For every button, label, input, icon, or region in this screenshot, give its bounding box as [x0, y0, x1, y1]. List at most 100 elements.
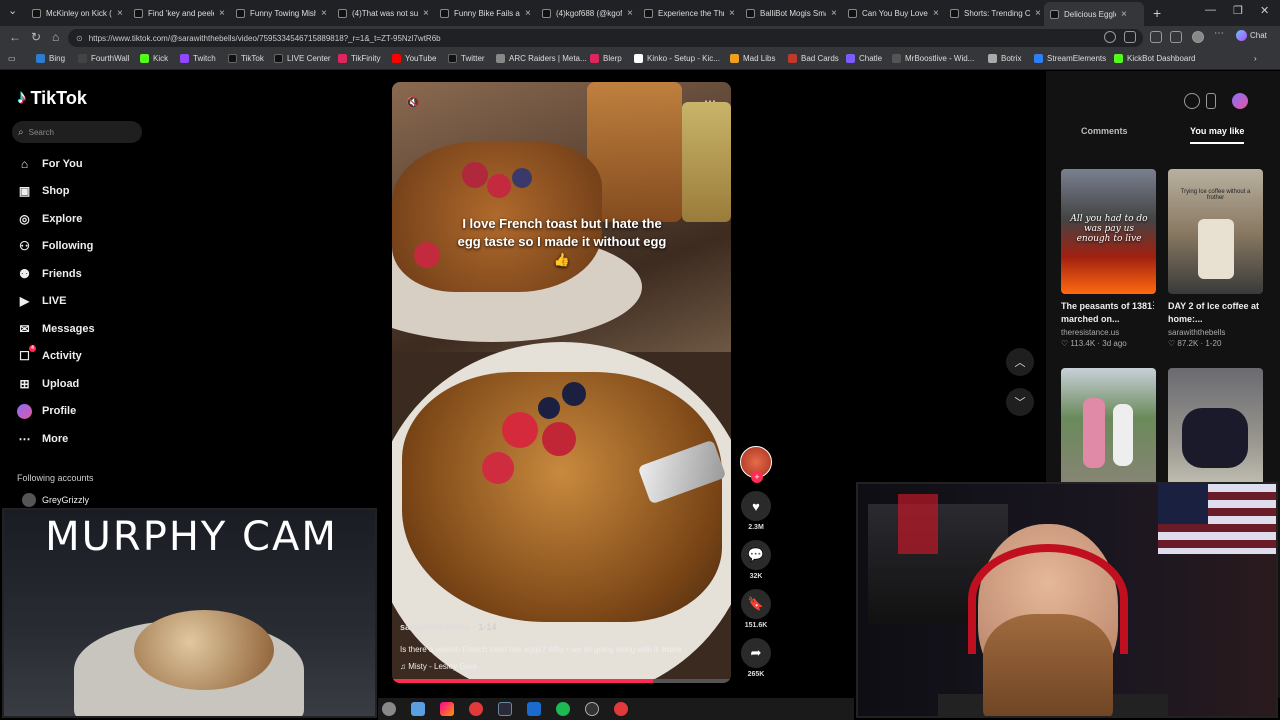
bookmark[interactable]: TikFinity [338, 54, 380, 63]
reload-icon[interactable]: ↻ [31, 30, 41, 44]
browser-tab[interactable]: Funny Towing Mish × [236, 4, 327, 22]
browser-tab[interactable]: Find 'key and peele × [134, 4, 225, 22]
following-account-item[interactable]: GreyGrizzly [22, 493, 89, 507]
nav-more[interactable]: ⋯ More [17, 429, 69, 449]
bookmark[interactable]: YouTube [392, 54, 436, 63]
bookmark[interactable]: Twitter [448, 54, 485, 63]
browser-tab-active[interactable]: Delicious Eggle × [1044, 2, 1144, 26]
bookmark[interactable]: ARC Raiders | Meta... [496, 54, 587, 63]
browser-tab[interactable]: (4)That was not sup × [338, 4, 429, 22]
save-button[interactable]: 🔖 151.6K [735, 589, 777, 629]
bookmark[interactable]: TikTok [228, 54, 264, 63]
tab-close-icon[interactable]: × [219, 8, 225, 19]
extension-icon[interactable] [1124, 31, 1136, 43]
bookmark-star-icon[interactable] [1104, 31, 1116, 43]
taskbar-app-icon[interactable] [440, 702, 454, 716]
nav-messages[interactable]: ✉ Messages [17, 319, 94, 339]
nav-live[interactable]: ▶ LIVE [17, 291, 67, 311]
site-info-icon[interactable]: ⊙ [76, 34, 83, 43]
bookmark[interactable]: Mad Libs [730, 54, 775, 63]
bookmark[interactable]: MrBoostlive - Wid... [892, 54, 974, 63]
device-icon[interactable] [1206, 93, 1216, 109]
browser-tab[interactable]: Can You Buy Love? × [848, 4, 939, 22]
tab-search-icon[interactable]: ⌄ [8, 4, 17, 17]
close-window-icon[interactable]: ✕ [1260, 4, 1269, 17]
taskbar-app-icon[interactable] [585, 702, 599, 716]
tab-close-icon[interactable]: × [423, 8, 429, 19]
bookmark[interactable]: Bing [36, 54, 65, 63]
bookmark[interactable]: KickBot Dashboard [1114, 54, 1195, 63]
tab-close-icon[interactable]: × [117, 8, 123, 19]
tab-close-icon[interactable]: × [1121, 9, 1127, 20]
tab-close-icon[interactable]: × [321, 8, 327, 19]
nav-for-you[interactable]: ⌂ For You [17, 154, 83, 174]
taskbar-app-icon[interactable] [527, 702, 541, 716]
favorites-icon[interactable] [1170, 31, 1182, 43]
bookmark[interactable]: Kick [140, 54, 168, 63]
follow-plus-icon[interactable]: + [751, 471, 763, 483]
nav-upload[interactable]: ⊞ Upload [17, 374, 79, 394]
like-button[interactable]: ♥ 2.3M [735, 491, 777, 531]
bookmark[interactable]: Chatle [846, 54, 882, 63]
bookmark[interactable]: Kinko - Setup - Kic... [634, 54, 720, 63]
video-options-icon[interactable]: ⋯ [704, 94, 717, 108]
menu-dots-icon[interactable]: ⋯ [1214, 28, 1226, 40]
tab-close-icon[interactable]: × [1035, 8, 1041, 19]
tab-close-icon[interactable]: × [831, 8, 837, 19]
bookmark[interactable]: Twitch [180, 54, 216, 63]
tab-close-icon[interactable]: × [729, 8, 735, 19]
see-more-link[interactable]: more [662, 645, 682, 654]
comment-button[interactable]: 💬 32K [735, 540, 777, 580]
next-video-button[interactable]: ﹀ [1006, 388, 1034, 416]
mute-icon[interactable]: 🔇 [406, 96, 420, 109]
bookmark[interactable]: Blerp [590, 54, 622, 63]
address-bar[interactable]: ⊙ https://www.tiktok.com/@sarawiththebel… [68, 29, 1143, 47]
profile-avatar-icon[interactable] [1192, 31, 1204, 43]
profile-avatar-icon[interactable] [1232, 93, 1248, 109]
video-progress-bar[interactable] [392, 679, 731, 683]
home-icon[interactable]: ⌂ [52, 30, 59, 44]
taskbar-app-icon[interactable] [556, 702, 570, 716]
share-button[interactable]: ➦ 265K [735, 638, 777, 678]
recommended-video-card[interactable] [1168, 368, 1263, 493]
video-music-row[interactable]: ♫ Misty - Lesley Gore [400, 662, 477, 671]
browser-tab[interactable]: Shorts: Trending Co × [950, 4, 1041, 22]
new-tab-icon[interactable]: + [1153, 5, 1161, 21]
bookmark[interactable]: FourthWall [78, 54, 129, 63]
tab-close-icon[interactable]: × [933, 8, 939, 19]
browser-tab[interactable]: Funny Bike Fails and × [440, 4, 531, 22]
video-username[interactable]: sarawiththebells [400, 622, 471, 632]
tab-close-icon[interactable]: × [525, 8, 531, 19]
tab-comments[interactable]: Comments [1081, 126, 1128, 136]
taskbar-app-icon[interactable] [411, 702, 425, 716]
taskbar-app-icon[interactable] [614, 702, 628, 716]
card-menu-icon[interactable]: ⋮ [1149, 300, 1158, 311]
nav-explore[interactable]: ◎ Explore [17, 209, 82, 229]
search-input[interactable]: ⌕ Search [12, 121, 142, 143]
browser-tab[interactable]: BalliBot Mogis Sma × [746, 4, 837, 22]
recommended-video-card[interactable]: All you had to do was pay us enough to l… [1061, 169, 1158, 348]
nav-activity[interactable]: ☐ 4 Activity [17, 344, 82, 366]
nav-profile[interactable]: Profile [17, 401, 76, 421]
taskbar-app-icon[interactable] [498, 702, 512, 716]
bookmark[interactable]: StreamElements [1034, 54, 1106, 63]
bookmark[interactable]: Botrix [988, 54, 1021, 63]
tab-you-may-like[interactable]: You may like [1190, 126, 1245, 144]
bookmark[interactable]: LIVE Center [274, 54, 331, 63]
taskbar-app-icon[interactable] [382, 702, 396, 716]
bookmarks-overflow-icon[interactable]: › [1254, 54, 1257, 63]
taskbar-app-icon[interactable] [469, 702, 483, 716]
browser-tab[interactable]: (4)kgof688 (@kgofi × [542, 4, 633, 22]
nav-following[interactable]: ⚇ Following [17, 236, 93, 256]
bookmarks-folder-icon[interactable]: ▭ [8, 54, 16, 63]
minimize-icon[interactable]: — [1205, 4, 1216, 16]
back-icon[interactable]: ← [9, 30, 21, 44]
nav-friends[interactable]: ⚉ Friends [17, 264, 82, 284]
maximize-icon[interactable]: ❐ [1233, 4, 1243, 17]
copilot-chat-button[interactable]: Chat [1236, 30, 1267, 41]
extension-icon[interactable] [1150, 31, 1162, 43]
browser-tab[interactable]: McKinley on Kick (@ × [32, 4, 123, 22]
previous-video-button[interactable]: ︿ [1006, 348, 1034, 376]
recommended-video-card[interactable]: Trying Ice coffee without a frother DAY … [1168, 169, 1263, 348]
browser-tab[interactable]: Experience the Thril × [644, 4, 735, 22]
